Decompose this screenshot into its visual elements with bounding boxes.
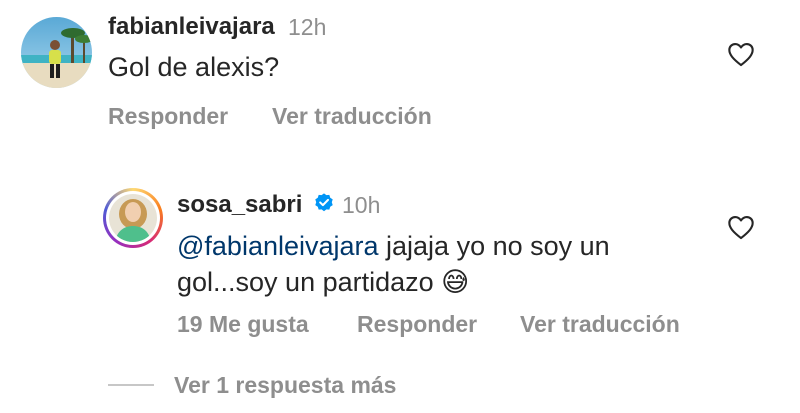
comment2-text-part: jajaja yo no soy un bbox=[378, 231, 610, 261]
like-heart-icon[interactable] bbox=[727, 41, 755, 67]
comment2-text-line2: gol...soy un partidazo 😅 bbox=[177, 263, 469, 301]
comment1-reply-button[interactable]: Responder bbox=[108, 103, 228, 130]
like-heart-icon[interactable] bbox=[727, 214, 755, 240]
comment2-text-part2: gol...soy un partidazo bbox=[177, 267, 442, 297]
comment1-translate-button[interactable]: Ver traducción bbox=[272, 103, 432, 130]
comment2-username[interactable]: sosa_sabri bbox=[177, 191, 302, 219]
view-more-replies-button[interactable]: Ver 1 respuesta más bbox=[174, 372, 396, 399]
comment1-username[interactable]: fabianleivajara bbox=[108, 13, 275, 41]
mention-link[interactable]: @fabianleivajara bbox=[177, 231, 379, 261]
comment2-time: 10h bbox=[342, 192, 381, 218]
emoji-sweat-smile: 😅 bbox=[441, 267, 470, 297]
comment1-text: Gol de alexis? bbox=[108, 52, 280, 82]
replies-divider bbox=[108, 384, 154, 386]
comment2-text-line1: @fabianleivajara jajaja yo no soy un bbox=[177, 227, 610, 265]
comment2-reply-button[interactable]: Responder bbox=[357, 311, 477, 338]
avatar-fabianleivajara[interactable] bbox=[21, 17, 92, 88]
comment2-translate-button[interactable]: Ver traducción bbox=[520, 311, 680, 338]
comment1-time: 12h bbox=[288, 14, 327, 40]
comment2-likes-count[interactable]: 19 Me gusta bbox=[177, 311, 309, 338]
verified-badge-icon bbox=[313, 192, 335, 214]
avatar-sosa-sabri[interactable] bbox=[103, 188, 163, 248]
